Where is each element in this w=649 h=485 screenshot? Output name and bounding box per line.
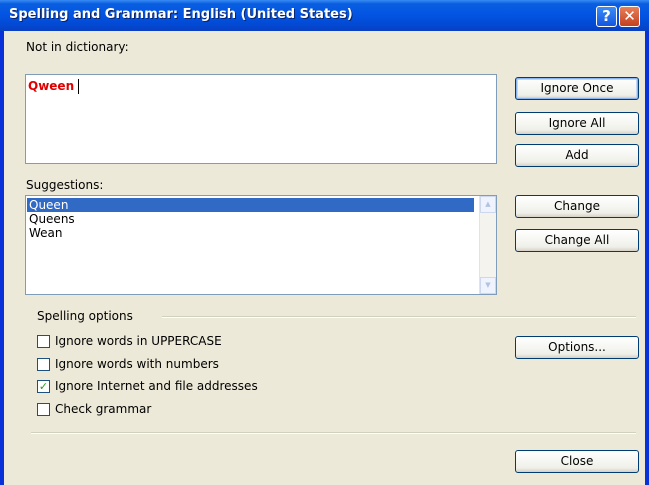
not-in-dictionary-label: Not in dictionary: bbox=[26, 40, 129, 54]
option-label: Ignore words with numbers bbox=[55, 357, 219, 371]
checkbox-unchecked-icon[interactable] bbox=[37, 358, 50, 371]
checkbox-checked-icon[interactable]: ✓ bbox=[37, 380, 50, 393]
ignore-all-button[interactable]: Ignore All bbox=[515, 112, 639, 135]
option-label: Check grammar bbox=[55, 402, 152, 416]
suggestion-item-wean[interactable]: Wean bbox=[27, 226, 474, 240]
options-button[interactable]: Options... bbox=[515, 336, 639, 359]
close-icon[interactable]: ✕ bbox=[619, 6, 640, 27]
ignore-once-button[interactable]: Ignore Once bbox=[515, 77, 639, 100]
suggestions-scrollbar[interactable]: ▲ ▼ bbox=[479, 196, 496, 294]
spelling-options-label: Spelling options bbox=[37, 309, 133, 323]
not-in-dictionary-field[interactable]: Qween bbox=[25, 74, 497, 164]
checkbox-unchecked-icon[interactable] bbox=[37, 335, 50, 348]
change-button[interactable]: Change bbox=[515, 195, 639, 218]
change-all-button[interactable]: Change All bbox=[515, 229, 639, 252]
scroll-up-icon[interactable]: ▲ bbox=[480, 196, 496, 213]
title-bar[interactable]: Spelling and Grammar: English (United St… bbox=[0, 0, 649, 31]
window-title: Spelling and Grammar: English (United St… bbox=[9, 7, 353, 22]
suggestions-label: Suggestions: bbox=[26, 178, 104, 192]
option-label: Ignore Internet and file addresses bbox=[55, 379, 258, 393]
help-icon[interactable]: ? bbox=[596, 6, 617, 27]
footer-divider bbox=[31, 432, 636, 434]
checkbox-unchecked-icon[interactable] bbox=[37, 403, 50, 416]
misspelled-word: Qween bbox=[28, 79, 75, 93]
suggestions-list[interactable]: Queen Queens Wean ▲ ▼ bbox=[25, 195, 497, 295]
add-button[interactable]: Add bbox=[515, 144, 639, 167]
option-label: Ignore words in UPPERCASE bbox=[55, 334, 222, 348]
scroll-down-icon[interactable]: ▼ bbox=[480, 277, 496, 294]
suggestion-item-queen[interactable]: Queen bbox=[27, 198, 474, 212]
close-button[interactable]: Close bbox=[515, 450, 639, 473]
spelling-options-divider bbox=[162, 316, 636, 318]
text-caret bbox=[78, 79, 79, 94]
suggestion-item-queens[interactable]: Queens bbox=[27, 212, 474, 226]
